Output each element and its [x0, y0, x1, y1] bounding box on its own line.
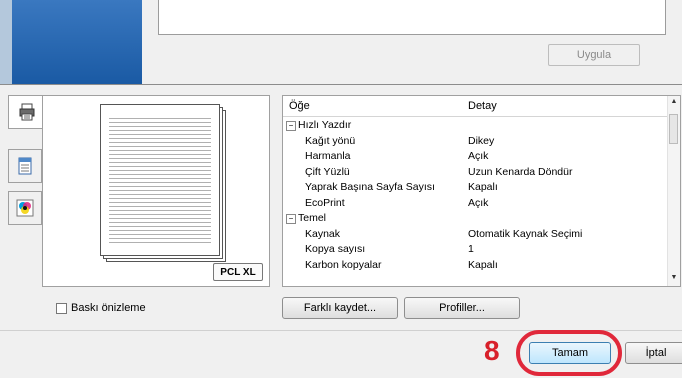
tab-document[interactable] — [8, 149, 42, 183]
setting-value: Kapalı — [468, 181, 498, 193]
cancel-button[interactable]: İptal — [625, 342, 682, 364]
setting-name-text: Kağıt yönü — [305, 134, 356, 147]
preview-checkbox[interactable] — [56, 302, 67, 314]
settings-list[interactable]: Öğe Detay − Hızlı Yazdır Kağıt yönü Dikey Ha… — [282, 95, 681, 287]
setting-name-text: Yaprak Başına Sayfa Sayısı — [305, 181, 435, 193]
setting-name: Harmanla — [305, 150, 351, 163]
page-sheet — [100, 104, 220, 256]
tab-printer[interactable] — [8, 95, 44, 129]
setting-name-text: Çift Yüzlü — [305, 165, 350, 178]
setting-name-text: Karbon kopyalar — [305, 258, 382, 271]
column-header-item: Öğe — [289, 100, 310, 112]
setting-name-text: EcoPrint — [305, 196, 345, 209]
apply-button[interactable]: Uygula — [548, 44, 640, 66]
settings-row[interactable]: Kaynak Otomatik Kaynak Seçimi — [283, 228, 669, 241]
setting-name: Yaprak Başına Sayfa Sayısı — [305, 181, 435, 194]
preview-option[interactable]: Baskı önizleme — [56, 302, 146, 314]
setting-name: Kaynak — [305, 228, 340, 241]
settings-row[interactable]: Kağıt yönü Dikey — [283, 135, 669, 148]
setting-name-text: Temel — [298, 212, 327, 224]
settings-row[interactable]: EcoPrint Açık — [283, 197, 669, 210]
scroll-down-icon[interactable]: ▼ — [670, 274, 678, 284]
page-text-lines — [109, 115, 211, 245]
collapse-icon[interactable]: − — [286, 214, 296, 224]
setting-name-text: Hızlı Yazdır — [298, 119, 352, 131]
settings-row[interactable]: Karbon kopyalar Kapalı — [283, 259, 669, 272]
scrollbar[interactable]: ▲ ▼ — [667, 96, 680, 286]
setting-value: Uzun Kenarda Döndür — [468, 165, 573, 178]
setting-name-text: Kopya sayısı — [305, 243, 366, 255]
save-as-button[interactable]: Farklı kaydet... — [282, 297, 398, 319]
setting-name: Çift Yüzlü — [305, 166, 350, 179]
tab-color[interactable] — [8, 191, 42, 225]
comment-textarea[interactable] — [158, 0, 666, 35]
settings-row[interactable]: Harmanla Açık — [283, 150, 669, 163]
setting-name: Kopya sayısı — [305, 243, 365, 256]
collapse-icon[interactable]: − — [286, 121, 296, 131]
profiles-button[interactable]: Profiller... — [404, 297, 520, 319]
setting-name: − Temel — [286, 212, 326, 225]
step-highlight — [516, 330, 622, 376]
settings-row[interactable]: Yaprak Başına Sayfa Sayısı Kapalı — [283, 181, 669, 194]
setting-value: Açık — [468, 150, 489, 162]
setting-value: Kapalı — [468, 258, 498, 271]
page-stack — [100, 104, 227, 263]
setting-value: Dikey — [468, 134, 495, 147]
step-number: 8 — [484, 335, 500, 366]
setting-name: − Hızlı Yazdır — [286, 119, 351, 132]
window-edge — [0, 0, 12, 84]
settings-group[interactable]: − Temel — [283, 212, 669, 225]
setting-name-text: Kaynak — [305, 227, 341, 240]
settings-header: Öğe Detay — [283, 96, 669, 117]
settings-row[interactable]: Kopya sayısı 1 — [283, 243, 669, 256]
setting-name-text: Harmanla — [305, 150, 351, 162]
scroll-thumb[interactable] — [669, 114, 678, 144]
setting-value: 1 — [468, 243, 474, 255]
settings-row[interactable]: Çift Yüzlü Uzun Kenarda Döndür — [283, 166, 669, 179]
color-icon — [16, 199, 34, 217]
preview-checkbox-label: Baskı önizleme — [71, 302, 146, 314]
setting-name: EcoPrint — [305, 197, 345, 210]
setting-value: Açık — [468, 196, 489, 209]
setting-name: Karbon kopyalar — [305, 259, 381, 272]
column-header-detail: Detay — [468, 100, 497, 112]
setting-name: Kağıt yönü — [305, 135, 355, 148]
desktop-background — [0, 0, 142, 84]
document-icon — [18, 157, 32, 175]
side-panel — [12, 0, 142, 84]
pdl-badge: PCL XL — [213, 263, 263, 281]
printer-icon — [19, 103, 34, 121]
page-preview — [42, 95, 270, 287]
scroll-up-icon[interactable]: ▲ — [670, 98, 678, 108]
settings-group[interactable]: − Hızlı Yazdır — [283, 119, 669, 132]
setting-value: Otomatik Kaynak Seçimi — [468, 227, 583, 240]
